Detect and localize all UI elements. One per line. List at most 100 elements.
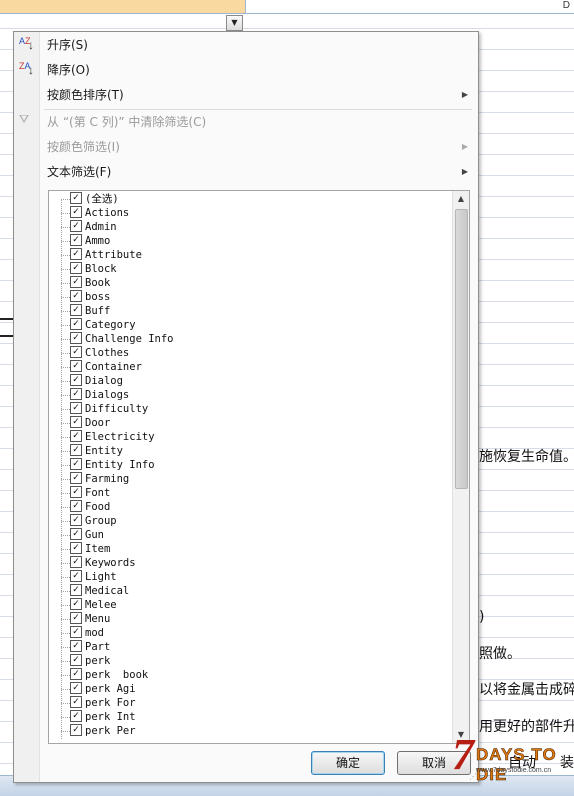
checkbox[interactable]: ✓ [70, 262, 82, 274]
filter-list-item[interactable]: ✓ mod [61, 626, 451, 640]
checkbox[interactable]: ✓ [70, 682, 82, 694]
filter-by-color-item[interactable]: 按颜色筛选(I) ▶ [14, 135, 478, 159]
checkbox[interactable]: ✓ [70, 626, 82, 638]
filter-list-item[interactable]: ✓ Gun [61, 528, 451, 542]
filter-list-item[interactable]: ✓ Clothes [61, 346, 451, 360]
checkbox[interactable]: ✓ [70, 276, 82, 288]
filter-list-item[interactable]: ✓ Food [61, 500, 451, 514]
filter-list-item[interactable]: ✓ Font [61, 486, 451, 500]
filter-list-item[interactable]: ✓ Door [61, 416, 451, 430]
filter-list-item[interactable]: ✓ Electricity [61, 430, 451, 444]
scroll-up-icon[interactable]: ▲ [453, 191, 469, 207]
filter-list-item[interactable]: ✓ Actions [61, 206, 451, 220]
checkbox[interactable]: ✓ [70, 318, 82, 330]
filter-list-item[interactable]: ✓ Difficulty [61, 402, 451, 416]
text-filter-item[interactable]: 文本筛选(F) ▶ [14, 160, 478, 184]
filter-list-item[interactable]: ✓ Book [61, 276, 451, 290]
checkbox[interactable]: ✓ [70, 528, 82, 540]
filter-list-item[interactable]: ✓ Melee [61, 598, 451, 612]
ok-button[interactable]: 确定 [311, 751, 385, 775]
checkbox[interactable]: ✓ [70, 556, 82, 568]
checkbox[interactable]: ✓ [70, 458, 82, 470]
filter-list-item[interactable]: ✓ Buff [61, 304, 451, 318]
filter-list-item[interactable]: ✓ perk Agi [61, 682, 451, 696]
filter-list-item[interactable]: ✓ Entity Info [61, 458, 451, 472]
filter-list-item[interactable]: ✓ Attribute [61, 248, 451, 262]
checkbox[interactable]: ✓ [70, 402, 82, 414]
filter-list-item[interactable]: ✓ Menu [61, 612, 451, 626]
checkbox[interactable]: ✓ [70, 248, 82, 260]
scroll-thumb[interactable] [455, 209, 468, 489]
filter-dropdown-button[interactable]: ▼ [226, 15, 243, 31]
checkbox[interactable]: ✓ [70, 444, 82, 456]
checkbox[interactable]: ✓ [70, 514, 82, 526]
filter-list-item[interactable]: ✓ (全选) [61, 192, 451, 206]
checkbox[interactable]: ✓ [70, 598, 82, 610]
checkbox[interactable]: ✓ [70, 346, 82, 358]
checkbox[interactable]: ✓ [70, 500, 82, 512]
checkbox[interactable]: ✓ [70, 584, 82, 596]
sort-descending-item[interactable]: ZA ↓ 降序(O) [14, 58, 478, 82]
filter-list-item[interactable]: ✓ perk For [61, 696, 451, 710]
checkbox[interactable]: ✓ [70, 416, 82, 428]
filter-list-item[interactable]: ✓ Category [61, 318, 451, 332]
sort-ascending-item[interactable]: AZ ↓ 升序(S) [14, 33, 478, 57]
checkbox[interactable]: ✓ [70, 668, 82, 680]
filter-list-item[interactable]: ✓ Farming [61, 472, 451, 486]
checkbox[interactable]: ✓ [70, 612, 82, 624]
cell-text[interactable]: 施恢复生命值。 [479, 446, 574, 466]
filter-list-item[interactable]: ✓ boss [61, 290, 451, 304]
checkbox[interactable]: ✓ [70, 486, 82, 498]
checkbox[interactable]: ✓ [70, 472, 82, 484]
sort-by-color-item[interactable]: 按颜色排序(T) ▶ [14, 83, 478, 107]
filter-list-item[interactable]: ✓ Light [61, 570, 451, 584]
filter-list-item[interactable]: ✓ Keywords [61, 556, 451, 570]
filter-list-item[interactable]: ✓ Block [61, 262, 451, 276]
filter-list-item[interactable]: ✓ Challenge Info [61, 332, 451, 346]
checkbox[interactable]: ✓ [70, 374, 82, 386]
checkbox[interactable]: ✓ [70, 654, 82, 666]
tree-branch [61, 590, 70, 592]
cell-text[interactable]: ) [479, 609, 484, 625]
checkbox[interactable]: ✓ [70, 360, 82, 372]
filter-list-item[interactable]: ✓ perk book [61, 668, 451, 682]
checkbox[interactable]: ✓ [70, 640, 82, 652]
filter-list-item[interactable]: ✓ Admin [61, 220, 451, 234]
checkbox[interactable]: ✓ [70, 332, 82, 344]
checkbox[interactable]: ✓ [70, 388, 82, 400]
filter-list-item[interactable]: ✓ Container [61, 360, 451, 374]
checkbox[interactable]: ✓ [70, 724, 82, 736]
checkbox[interactable]: ✓ [70, 206, 82, 218]
filter-list-item[interactable]: ✓ Ammo [61, 234, 451, 248]
checkbox[interactable]: ✓ [70, 430, 82, 442]
cell-text[interactable]: 以将金属击成碎 [479, 679, 574, 699]
checkbox[interactable]: ✓ [70, 290, 82, 302]
cell-text[interactable]: 照做。 [479, 643, 521, 663]
filter-list-item[interactable]: ✓ Group [61, 514, 451, 528]
cell-text[interactable]: 用更好的部件升 [479, 716, 574, 736]
clear-filter-item[interactable]: ⛛ 从 “(第 C 列)” 中清除筛选(C) [14, 110, 478, 134]
column-header-d[interactable]: D [563, 0, 570, 11]
filter-list-item[interactable]: ✓ perk Int [61, 710, 451, 724]
filter-list-item[interactable]: ✓ Item [61, 542, 451, 556]
filter-list-item[interactable]: ✓ Medical [61, 584, 451, 598]
list-scrollbar[interactable]: ▲ ▼ [452, 191, 469, 743]
checkbox[interactable]: ✓ [70, 710, 82, 722]
checkbox[interactable]: ✓ [70, 304, 82, 316]
filter-list-item[interactable]: ✓ Entity [61, 444, 451, 458]
filter-list-item[interactable]: ✓ Part [61, 640, 451, 654]
filter-list-item[interactable]: ✓ perk [61, 654, 451, 668]
checkbox[interactable]: ✓ [70, 192, 82, 204]
filter-list-item[interactable]: ✓ Dialog [61, 374, 451, 388]
checkbox[interactable]: ✓ [70, 234, 82, 246]
cell-border [0, 318, 14, 320]
filter-list-item[interactable]: ✓ Dialogs [61, 388, 451, 402]
filter-list-item[interactable]: ✓ perk Per [61, 724, 451, 738]
selected-column-header[interactable] [0, 0, 246, 13]
checkbox[interactable]: ✓ [70, 220, 82, 232]
filter-value-list[interactable]: ✓ (全选) ✓ Actions ✓ Admin ✓ Ammo ✓ Attribute ✓ Block… [48, 190, 470, 744]
checkbox[interactable]: ✓ [70, 542, 82, 554]
checkbox[interactable]: ✓ [70, 570, 82, 582]
checkbox[interactable]: ✓ [70, 696, 82, 708]
filter-item-label: perk Per [85, 725, 136, 737]
